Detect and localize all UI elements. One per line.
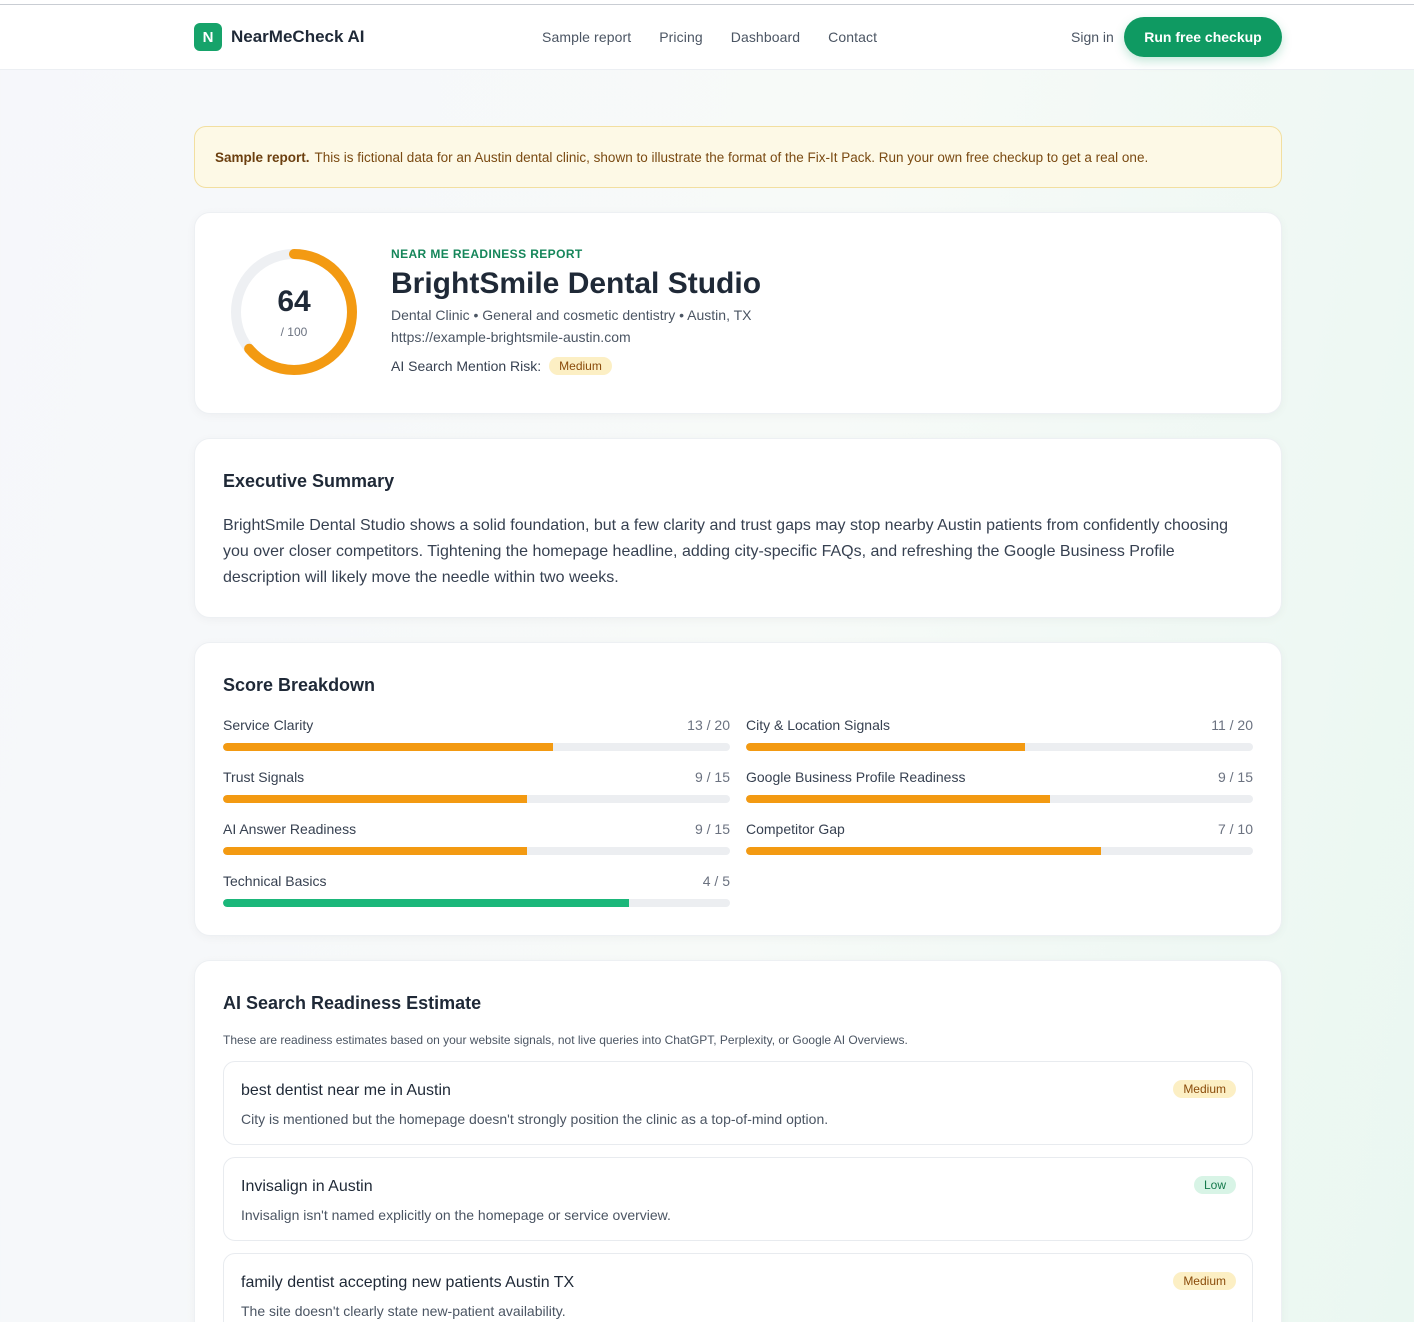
report-eyebrow: NEAR ME READINESS REPORT bbox=[391, 247, 583, 261]
risk-row: AI Search Mention Risk: Medium bbox=[391, 357, 761, 375]
business-meta: Dental Clinic • General and cosmetic den… bbox=[391, 307, 752, 323]
metric-track bbox=[223, 847, 730, 855]
metric-value: 7 / 10 bbox=[1217, 821, 1253, 837]
metric-value: 11 / 20 bbox=[1211, 717, 1253, 733]
banner-strong: Sample report. bbox=[215, 149, 310, 165]
metric-ai-answer-readiness: AI Answer Readiness 9 / 15 bbox=[223, 821, 730, 855]
metric-label: Competitor Gap bbox=[746, 821, 845, 837]
metric-value: 9 / 15 bbox=[1217, 769, 1253, 785]
main-nav: Sample report Pricing Dashboard Contact bbox=[542, 29, 877, 45]
metric-fill-bar bbox=[746, 795, 1051, 803]
metric-track bbox=[223, 795, 730, 803]
metric-label: Google Business Profile Readiness bbox=[746, 769, 966, 785]
metric-fill-bar bbox=[223, 743, 553, 751]
metric-technical-basics: Technical Basics 4 / 5 bbox=[223, 873, 730, 907]
summary-text: BrightSmile Dental Studio shows a solid … bbox=[223, 517, 1228, 586]
metric-track bbox=[746, 743, 1253, 751]
metric-value: 13 / 20 bbox=[687, 717, 730, 733]
metric-track bbox=[223, 899, 730, 907]
ai-search-note: These are readiness estimates based on y… bbox=[223, 1033, 908, 1047]
metric-label: Service Clarity bbox=[223, 717, 314, 733]
metric-trust-signals: Trust Signals 9 / 15 bbox=[223, 769, 730, 803]
report-hero-card: 64 / 100 NEAR ME READINESS REPORT Bright… bbox=[194, 212, 1282, 414]
metric-value: 9 / 15 bbox=[694, 821, 730, 837]
nav-sample-report[interactable]: Sample report bbox=[542, 29, 631, 45]
metric-city-location-signals: City & Location Signals 11 / 20 bbox=[746, 717, 1253, 751]
query-item: family dentist accepting new patients Au… bbox=[223, 1253, 1253, 1322]
banner-text: This is fictional data for an Austin den… bbox=[314, 149, 1149, 165]
nav-dashboard[interactable]: Dashboard bbox=[731, 29, 800, 45]
risk-label: AI Search Mention Risk: bbox=[391, 358, 542, 374]
metric-value: 9 / 15 bbox=[694, 769, 730, 785]
metric-service-clarity: Service Clarity 13 / 20 bbox=[223, 717, 730, 751]
metric-gbp-readiness: Google Business Profile Readiness 9 / 15 bbox=[746, 769, 1253, 803]
query-description: The site doesn't clearly state new-patie… bbox=[241, 1303, 566, 1319]
query-title: family dentist accepting new patients Au… bbox=[241, 1274, 575, 1291]
risk-badge: Medium bbox=[549, 357, 612, 375]
sample-report-banner: Sample report. This is fictional data fo… bbox=[194, 126, 1282, 188]
metric-value: 4 / 5 bbox=[702, 873, 730, 889]
nav-contact[interactable]: Contact bbox=[828, 29, 877, 45]
metric-fill-bar bbox=[223, 899, 629, 907]
query-level-badge: Medium bbox=[1173, 1272, 1236, 1290]
executive-summary-card: Executive Summary BrightSmile Dental Stu… bbox=[194, 438, 1282, 618]
metric-label: City & Location Signals bbox=[746, 717, 890, 733]
business-name: BrightSmile Dental Studio bbox=[391, 267, 762, 300]
metric-track bbox=[746, 847, 1253, 855]
sign-in-link[interactable]: Sign in bbox=[1071, 29, 1114, 45]
ai-search-title: AI Search Readiness Estimate bbox=[223, 993, 482, 1013]
site-header: N NearMeCheck AI Sample report Pricing D… bbox=[0, 5, 1414, 70]
nav-pricing[interactable]: Pricing bbox=[659, 29, 703, 45]
query-item: Invisalign in Austin Invisalign isn't na… bbox=[223, 1157, 1253, 1241]
summary-title: Executive Summary bbox=[223, 471, 395, 491]
query-level-badge: Low bbox=[1193, 1176, 1236, 1194]
logo[interactable]: N NearMeCheck AI bbox=[194, 23, 365, 51]
report-info: NEAR ME READINESS REPORT BrightSmile Den… bbox=[391, 247, 761, 375]
score-value: 64 bbox=[277, 285, 311, 318]
metric-track bbox=[223, 743, 730, 751]
brand-name: NearMeCheck AI bbox=[231, 27, 365, 46]
metric-label: Trust Signals bbox=[223, 769, 305, 785]
metric-fill-bar bbox=[223, 847, 528, 855]
metric-fill-bar bbox=[746, 847, 1101, 855]
metric-fill-bar bbox=[746, 743, 1025, 751]
metric-label: AI Answer Readiness bbox=[223, 821, 357, 837]
query-title: Invisalign in Austin bbox=[241, 1178, 373, 1195]
business-url[interactable]: https://example-brightsmile-austin.com bbox=[391, 329, 761, 345]
query-level-badge: Medium bbox=[1173, 1080, 1236, 1098]
metric-competitor-gap: Competitor Gap 7 / 10 bbox=[746, 821, 1253, 855]
query-item: best dentist near me in Austin City is m… bbox=[223, 1061, 1253, 1145]
metric-label: Technical Basics bbox=[223, 873, 327, 889]
breakdown-title: Score Breakdown bbox=[223, 675, 376, 695]
score-breakdown-card: Score Breakdown Service Clarity 13 / 20 C… bbox=[194, 642, 1282, 936]
ai-search-readiness-card: AI Search Readiness Estimate These are r… bbox=[194, 960, 1282, 1322]
metric-track bbox=[746, 795, 1253, 803]
logo-mark-icon: N bbox=[194, 23, 222, 51]
score-max: / 100 bbox=[280, 325, 308, 339]
query-description: City is mentioned but the homepage doesn… bbox=[241, 1111, 829, 1127]
run-free-checkup-button[interactable]: Run free checkup bbox=[1124, 17, 1282, 57]
query-description: Invisalign isn't named explicitly on the… bbox=[241, 1207, 671, 1223]
query-title: best dentist near me in Austin bbox=[241, 1082, 451, 1099]
metric-fill-bar bbox=[223, 795, 528, 803]
